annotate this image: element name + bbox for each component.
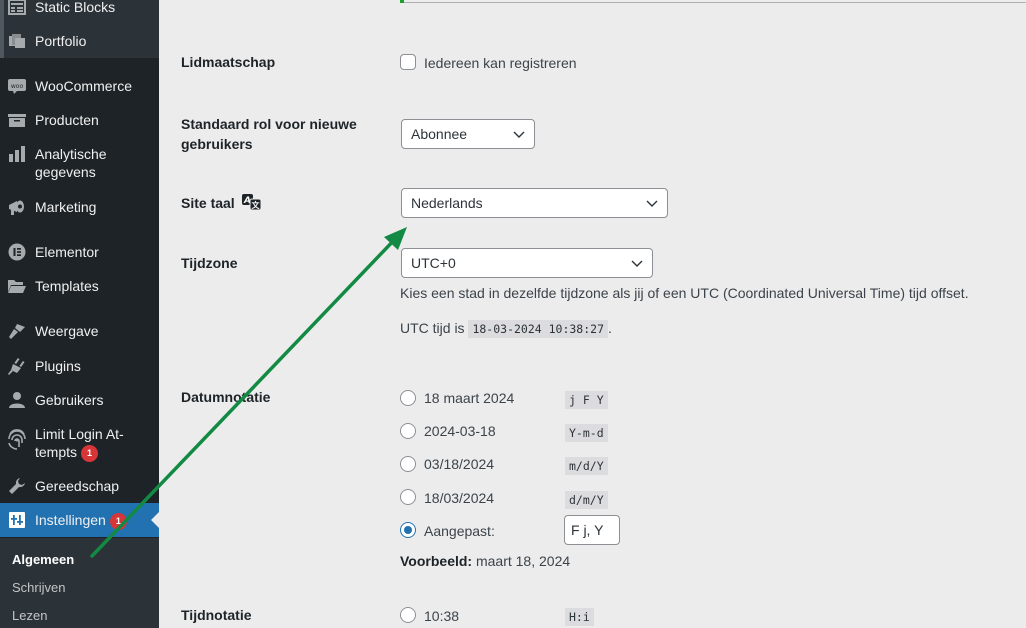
fingerprint-icon <box>7 425 27 453</box>
date-format-radio-d-m-Y[interactable] <box>400 489 416 505</box>
settings-icon <box>7 511 27 529</box>
date-format-code: j F Y <box>565 391 608 409</box>
user-icon <box>7 391 27 409</box>
utc-time-line: UTC tijd is 18-03-2024 10:38:27. <box>400 319 612 338</box>
time-format-option-label[interactable]: 10:38 <box>424 607 459 625</box>
sidebar-item-gereedschap[interactable]: Gereedschap <box>0 477 159 495</box>
timezone-description: Kies een stad in dezelfde tijdzone als j… <box>400 285 969 301</box>
date-format-preview: Voorbeeld: maart 18, 2024 <box>400 552 570 570</box>
settings-submenu: Algemeen Schrijven Lezen <box>0 538 159 628</box>
chevron-down-icon <box>631 260 643 267</box>
chevron-down-icon <box>646 200 658 207</box>
previous-input-field-edge[interactable] <box>400 0 1026 3</box>
sidebar-item-templates[interactable]: Templates <box>0 277 159 295</box>
current-menu-arrow <box>151 512 159 528</box>
folder-icon <box>7 277 27 295</box>
bar-chart-icon <box>7 145 27 163</box>
plug-icon <box>7 357 27 375</box>
date-format-option-label[interactable]: 2024-03-18 <box>424 422 496 440</box>
date-format-radio-Y-m-d[interactable] <box>400 423 416 439</box>
date-format-radio-custom[interactable] <box>400 522 416 538</box>
date-format-option-label[interactable]: 18/03/2024 <box>424 489 494 507</box>
date-format-option-label[interactable]: 03/18/2024 <box>424 455 494 473</box>
wrench-icon <box>7 477 27 495</box>
date-format-option-label[interactable]: 18 maart 2024 <box>424 389 514 407</box>
submenu-item-algemeen[interactable]: Algemeen <box>12 552 74 567</box>
sidebar-item-instellingen[interactable]: Instellingen 1 <box>0 503 159 537</box>
focus-indicator <box>400 0 404 3</box>
utc-time-suffix: . <box>608 320 612 336</box>
arrow-head <box>384 227 407 250</box>
translation-icon: A文 <box>241 194 262 211</box>
notification-badge: 1 <box>109 512 127 530</box>
site-language-value: Nederlands <box>411 195 483 211</box>
site-language-select[interactable]: Nederlands <box>401 188 668 218</box>
portfolio-icon <box>7 32 27 50</box>
sidebar-item-label-line2: tempts <box>35 444 78 460</box>
chevron-down-icon <box>513 131 525 138</box>
date-format-custom-input[interactable]: F j, Y <box>564 515 620 545</box>
timezone-value: UTC+0 <box>411 255 456 271</box>
notification-badge: 1 <box>81 445 99 462</box>
preview-label: Voorbeeld: <box>400 553 473 569</box>
sidebar-item-elementor[interactable]: Elementor <box>0 243 159 261</box>
megaphone-icon <box>7 198 27 216</box>
time-format-radio-H-i[interactable] <box>400 607 416 623</box>
timezone-label: Tijdzone <box>181 255 238 271</box>
preview-value: maart 18, 2024 <box>475 553 571 569</box>
date-format-custom-label[interactable]: Aangepast: <box>424 522 495 540</box>
site-language-label: Site taal A文 <box>181 193 262 213</box>
svg-text:文: 文 <box>251 200 260 210</box>
sidebar-item-analytics[interactable]: Analytische gegevens <box>0 145 159 181</box>
sidebar-item-weergave[interactable]: Weergave <box>0 322 159 340</box>
sidebar-item-static-blocks[interactable]: Static Blocks <box>0 0 159 16</box>
sidebar-item-marketing[interactable]: Marketing <box>0 198 159 216</box>
default-role-value: Abonnee <box>411 126 468 142</box>
date-format-code: m/d/Y <box>565 457 608 475</box>
svg-text:woo: woo <box>11 83 24 90</box>
table-icon <box>7 0 27 16</box>
sidebar-item-limit-login[interactable]: Limit Login At-tempts 1 <box>0 425 159 462</box>
timezone-select[interactable]: UTC+0 <box>401 248 653 278</box>
default-role-select[interactable]: Abonnee <box>401 119 535 149</box>
archive-icon <box>7 111 27 129</box>
date-format-code: Y-m-d <box>565 424 608 442</box>
membership-checkbox[interactable] <box>400 54 416 70</box>
site-language-label-text: Site taal <box>181 195 235 211</box>
utc-time-prefix: UTC tijd is <box>400 320 465 336</box>
time-format-label: Tijdnotatie <box>181 607 252 623</box>
admin-sidebar: Static Blocks Portfolio woo WooCommerce … <box>0 0 159 628</box>
sidebar-item-label-line1: Analytische <box>35 146 107 162</box>
date-format-code: d/m/Y <box>565 491 608 509</box>
paintbrush-icon <box>7 322 27 340</box>
date-format-radio-m-d-Y[interactable] <box>400 456 416 472</box>
sidebar-item-label-line2: gegevens <box>35 164 96 180</box>
default-role-label-line1: Standaard rol voor nieuwe <box>181 116 357 132</box>
date-format-label: Datumnotatie <box>181 389 271 405</box>
utc-time-value: 18-03-2024 10:38:27 <box>468 320 609 338</box>
submenu-item-schrijven[interactable]: Schrijven <box>12 580 65 595</box>
time-format-code: H:i <box>565 608 594 626</box>
membership-label: Lidmaatschap <box>181 54 276 70</box>
sidebar-item-label-line1: Limit Login At- <box>35 426 124 442</box>
date-format-radio-j-F-Y[interactable] <box>400 390 416 406</box>
sidebar-item-plugins[interactable]: Plugins <box>0 357 159 375</box>
sidebar-item-portfolio[interactable]: Portfolio <box>0 32 159 50</box>
default-role-label: Standaard rol voor nieuwe gebruikers <box>181 114 357 154</box>
sidebar-item-woocommerce[interactable]: woo WooCommerce <box>0 77 159 95</box>
membership-checkbox-label[interactable]: Iedereen kan registreren <box>424 54 577 72</box>
sidebar-item-producten[interactable]: Producten <box>0 111 159 129</box>
submenu-item-lezen[interactable]: Lezen <box>12 608 47 623</box>
elementor-icon <box>7 243 27 261</box>
default-role-label-line2: gebruikers <box>181 136 253 152</box>
woo-icon: woo <box>7 77 27 95</box>
sidebar-item-gebruikers[interactable]: Gebruikers <box>0 391 159 409</box>
sidebar-item-label: Instellingen <box>35 511 106 528</box>
